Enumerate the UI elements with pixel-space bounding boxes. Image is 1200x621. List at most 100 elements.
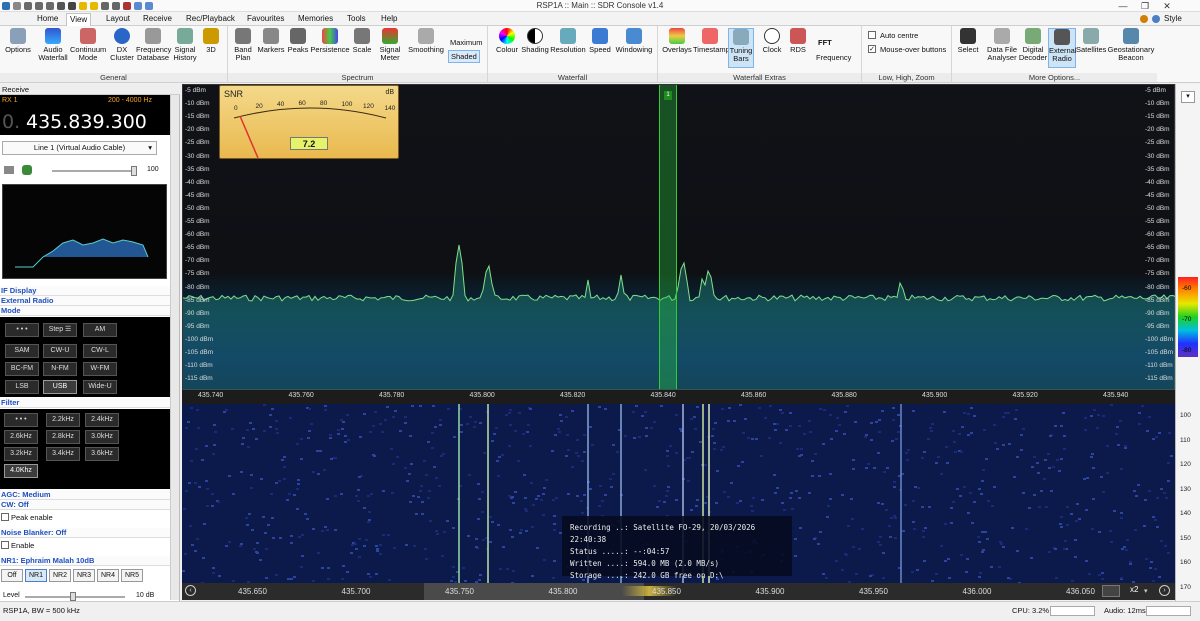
maximize-button[interactable]: ❐ bbox=[1134, 0, 1156, 12]
auto-centre-checkbox[interactable] bbox=[868, 31, 876, 39]
volume-slider[interactable] bbox=[52, 170, 137, 172]
if-display-section[interactable]: IF Display bbox=[0, 286, 170, 296]
external-radio-button[interactable]: External Radio bbox=[1048, 28, 1077, 68]
maximum-option[interactable]: Maximum bbox=[450, 38, 483, 47]
nr-off-button[interactable]: Off bbox=[1, 569, 23, 582]
mode-wide-u-button[interactable]: Wide-U bbox=[83, 380, 117, 394]
peak-enable-checkbox[interactable] bbox=[1, 513, 9, 521]
3d-button[interactable]: 3D bbox=[201, 28, 221, 54]
signal-history-button[interactable]: Signal History bbox=[172, 28, 198, 62]
shading-button[interactable]: Shading bbox=[521, 28, 549, 54]
windowing-button[interactable]: Windowing bbox=[614, 28, 654, 54]
filter-2-4-button[interactable]: 2.4kHz bbox=[85, 413, 119, 427]
filter-3-4-button[interactable]: 3.4kHz bbox=[46, 447, 80, 461]
mode-w-fm-button[interactable]: W-FM bbox=[83, 362, 117, 376]
mode-n-fm-button[interactable]: N-FM bbox=[43, 362, 77, 376]
speed-button[interactable]: Speed bbox=[588, 28, 612, 54]
speaker-icon[interactable] bbox=[22, 165, 32, 175]
audio-device-select[interactable]: Line 1 (Virtual Audio Cable) ▾ bbox=[2, 141, 157, 155]
data-file-analyser-button[interactable]: Data File Analyser bbox=[986, 28, 1018, 62]
nr2-button[interactable]: NR2 bbox=[49, 569, 71, 582]
overlays-button[interactable]: Overlays bbox=[661, 28, 693, 54]
audio-waterfall-button[interactable]: Audio Waterfall bbox=[36, 28, 70, 62]
frequency-display[interactable]: RX 1 200 - 4000 Hz 0. 435.839.300 bbox=[0, 95, 170, 135]
mode-section[interactable]: Mode bbox=[0, 306, 170, 316]
filter-4-0-button[interactable]: 4.0Khz bbox=[4, 464, 38, 478]
filter-more-button[interactable]: • • • bbox=[4, 413, 38, 427]
mode-more-button[interactable]: • • • bbox=[5, 323, 39, 337]
colour-button[interactable]: Colour bbox=[494, 28, 520, 54]
filter-2-6-button[interactable]: 2.6kHz bbox=[4, 430, 38, 444]
menu-view[interactable]: View bbox=[66, 13, 92, 26]
filter-3-2-button[interactable]: 3.2kHz bbox=[4, 447, 38, 461]
filter-section[interactable]: Filter bbox=[0, 398, 170, 408]
filter-3-0-button[interactable]: 3.0kHz bbox=[85, 430, 119, 444]
timestamp-button[interactable]: Timestamp bbox=[693, 28, 730, 54]
mouse-over-buttons-checkbox[interactable]: ✓ bbox=[868, 45, 876, 53]
style-menu[interactable]: Style bbox=[1164, 14, 1182, 23]
menu-receive[interactable]: Receive bbox=[140, 13, 175, 25]
peaks-button[interactable]: Peaks bbox=[287, 28, 309, 54]
nr5-button[interactable]: NR5 bbox=[121, 569, 143, 582]
info-icon[interactable] bbox=[1140, 15, 1148, 23]
filter-2-2-button[interactable]: 2.2kHz bbox=[46, 413, 80, 427]
menu-rec-playback[interactable]: Rec/Playback bbox=[183, 13, 238, 25]
markers-button[interactable]: Markers bbox=[256, 28, 286, 54]
mode-am-button[interactable]: AM bbox=[83, 323, 117, 337]
overview-bar[interactable]: ‹ 435.650 435.700 435.750 435.800 435.850 435… bbox=[182, 583, 1175, 600]
zoom-dropdown-icon[interactable]: ▾ bbox=[1144, 587, 1148, 595]
frequency-database-button[interactable]: Frequency Database bbox=[136, 28, 171, 62]
level-slider-thumb[interactable] bbox=[70, 592, 76, 601]
scroll-left-button[interactable]: ‹ bbox=[185, 585, 196, 596]
panel-scrollbar[interactable] bbox=[170, 95, 179, 600]
mode-bc-fm-button[interactable]: BC-FM bbox=[5, 362, 39, 376]
shaded-option[interactable]: Shaded bbox=[448, 50, 480, 63]
minimize-button[interactable]: — bbox=[1112, 0, 1134, 12]
spectrum-display[interactable]: -5 dBm -10 dBm -15 dBm -20 dBm -25 dBm -30 dB… bbox=[182, 84, 1176, 391]
noise-blanker-enable-checkbox[interactable] bbox=[1, 541, 9, 549]
menu-tools[interactable]: Tools bbox=[344, 13, 369, 25]
satellites-button[interactable]: Satellites bbox=[1076, 28, 1106, 54]
persistence-button[interactable]: Persistence bbox=[310, 28, 350, 54]
tuning-bars-button[interactable]: Tuning Bars bbox=[728, 28, 754, 68]
menu-home[interactable]: Home bbox=[34, 13, 61, 25]
scroll-right-button[interactable]: › bbox=[1159, 585, 1170, 596]
menu-favourites[interactable]: Favourites bbox=[244, 13, 287, 25]
agc-section[interactable]: AGC: Medium bbox=[0, 490, 170, 500]
scale-button[interactable]: Scale bbox=[351, 28, 373, 54]
rds-button[interactable]: RDS bbox=[787, 28, 809, 54]
zoom-level[interactable]: x2 bbox=[1130, 585, 1138, 594]
nr4-button[interactable]: NR4 bbox=[97, 569, 119, 582]
style-icon[interactable] bbox=[1152, 15, 1160, 23]
filter-2-8-button[interactable]: 2.8kHz bbox=[46, 430, 80, 444]
mode-cw-l-button[interactable]: CW-L bbox=[83, 344, 117, 358]
overview-scale-icon[interactable] bbox=[1102, 585, 1120, 597]
frequency-button[interactable]: Frequency bbox=[816, 53, 851, 62]
close-button[interactable]: ✕ bbox=[1156, 0, 1178, 12]
tuning-bar[interactable]: 1 bbox=[659, 85, 677, 389]
clock-button[interactable]: Clock bbox=[760, 28, 784, 54]
filter-3-6-button[interactable]: 3.6kHz bbox=[85, 447, 119, 461]
nr1-section[interactable]: NR1: Ephraim Malah 10dB bbox=[0, 556, 170, 566]
scale-menu-button[interactable]: ▾ bbox=[1181, 91, 1195, 103]
geostationary-beacon-button[interactable]: Geostationary Beacon bbox=[1107, 28, 1155, 62]
frequency-axis[interactable]: 435.740 435.760 435.780 435.800 435.820 435.8… bbox=[182, 390, 1175, 404]
noise-blanker-section[interactable]: Noise Blanker: Off bbox=[0, 528, 170, 538]
mode-step-button[interactable]: Step ☰ bbox=[43, 323, 77, 337]
digital-decoder-button[interactable]: Digital Decoder bbox=[1018, 28, 1048, 62]
nr3-button[interactable]: NR3 bbox=[73, 569, 95, 582]
waterfall-display[interactable]: Recording ..: Satellite FO-29, 20/03/202… bbox=[182, 404, 1175, 583]
menu-help[interactable]: Help bbox=[378, 13, 400, 25]
select-button[interactable]: Select bbox=[956, 28, 980, 54]
frequency-readout[interactable]: 435.839.300 bbox=[26, 111, 147, 133]
signal-meter-button[interactable]: Signal Meter bbox=[375, 28, 405, 62]
volume-slider-thumb[interactable] bbox=[131, 166, 137, 176]
resolution-button[interactable]: Resolution bbox=[550, 28, 586, 54]
menu-memories[interactable]: Memories bbox=[295, 13, 336, 25]
mode-cw-u-button[interactable]: CW-U bbox=[43, 344, 77, 358]
menu-layout[interactable]: Layout bbox=[103, 13, 133, 25]
mode-lsb-button[interactable]: LSB bbox=[5, 380, 39, 394]
mode-usb-button[interactable]: USB bbox=[43, 380, 77, 394]
band-plan-button[interactable]: Band Plan bbox=[232, 28, 254, 62]
options-button[interactable]: Options bbox=[3, 28, 33, 54]
